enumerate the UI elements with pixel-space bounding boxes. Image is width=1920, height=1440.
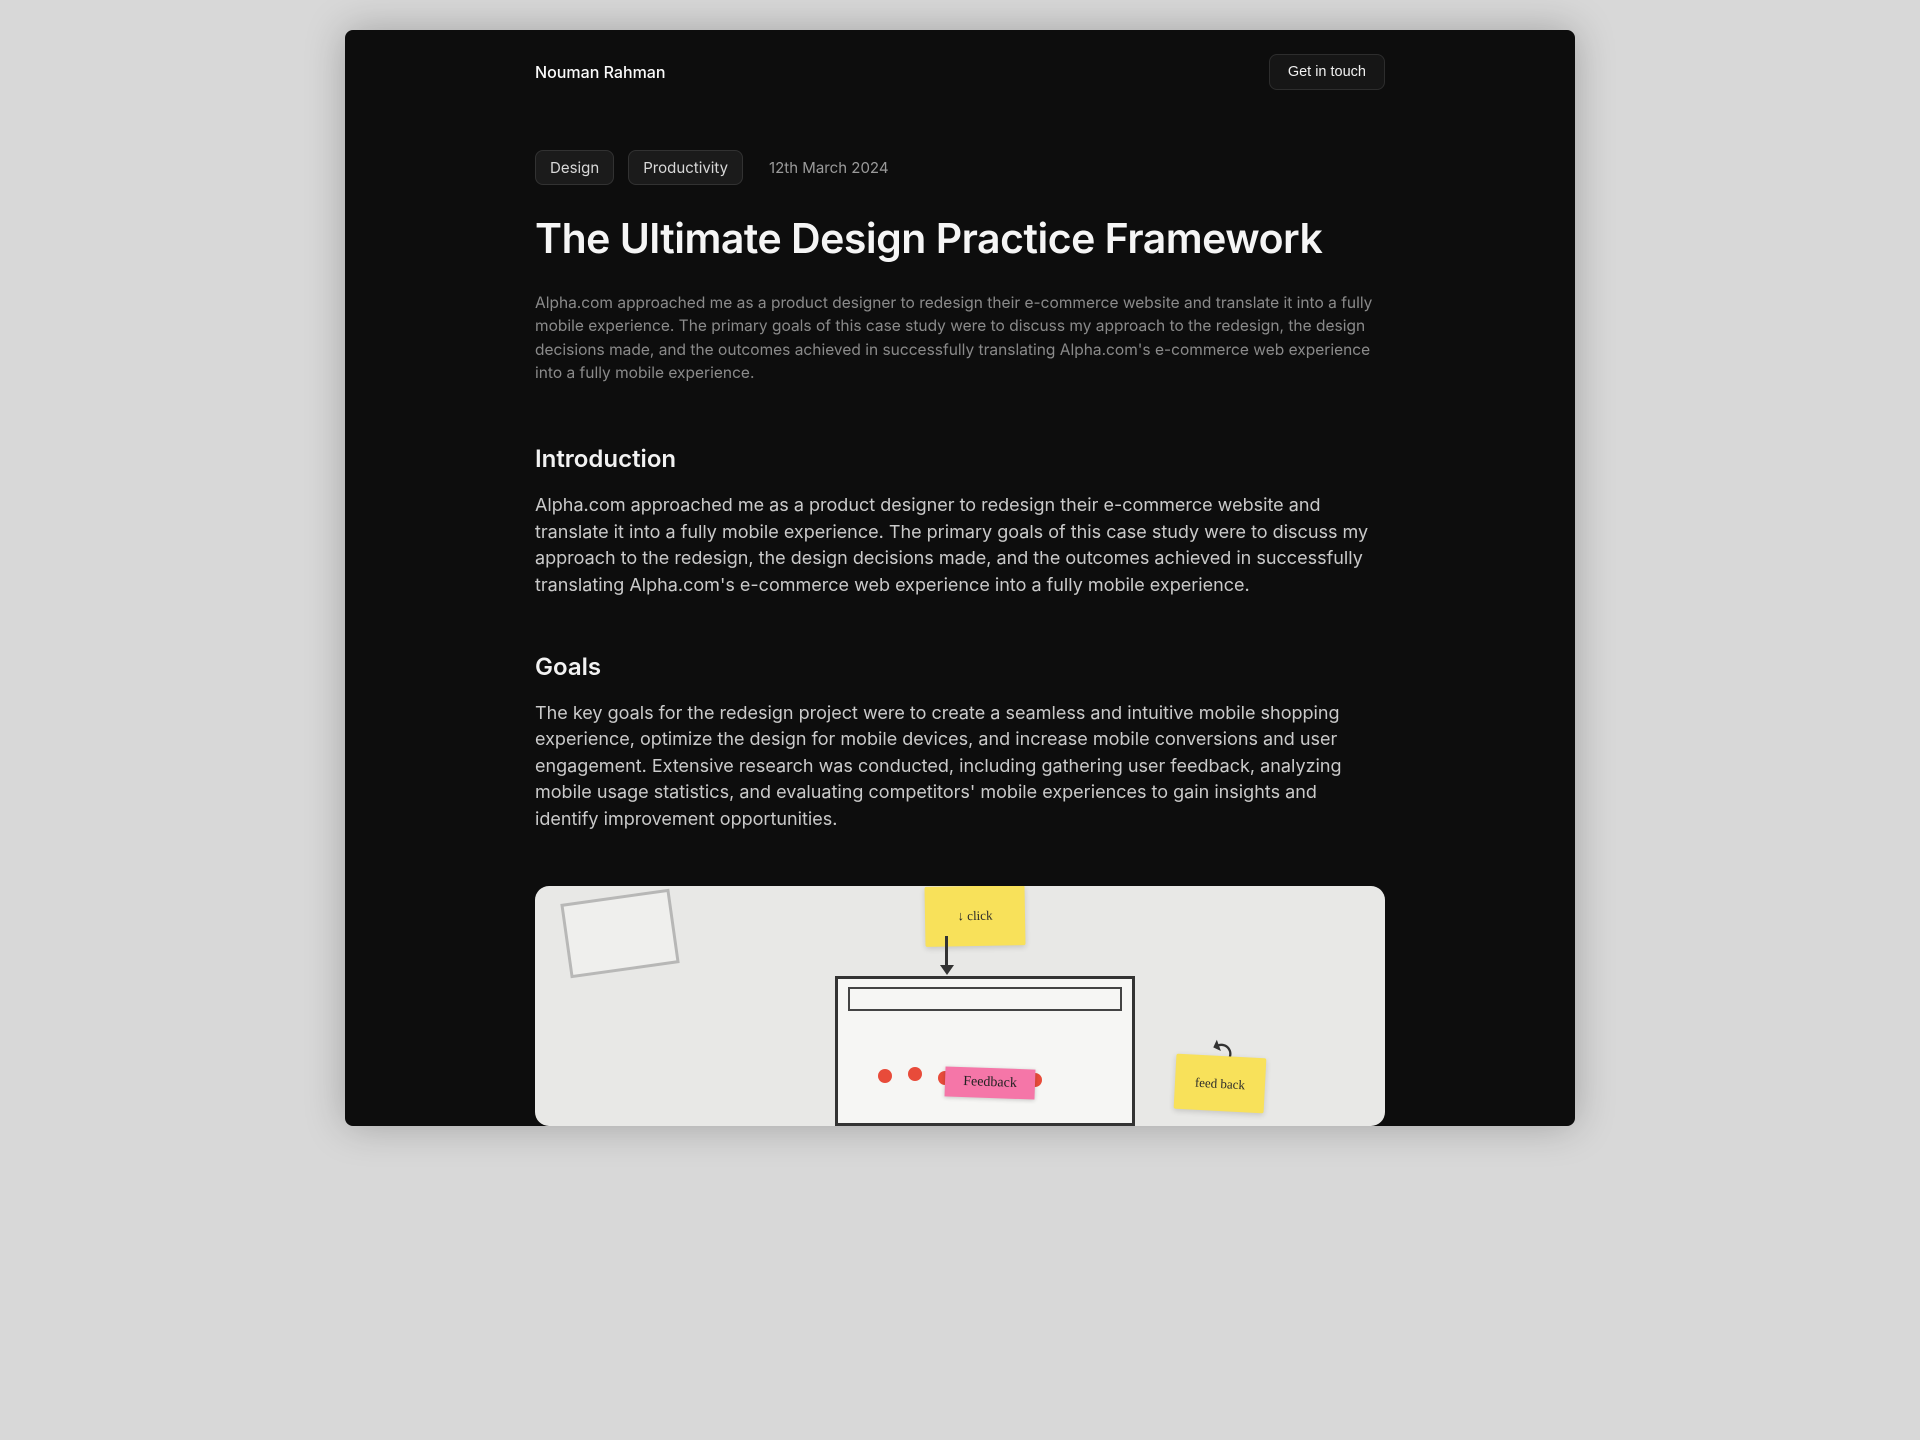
red-dot-icon [908,1067,922,1081]
post-lead: Alpha.com approached me as a product des… [535,291,1385,384]
article-content: Design Productivity 12th March 2024 The … [345,90,1575,1126]
wireframe-box-main [835,976,1135,1126]
site-name[interactable]: Nouman Rahman [535,62,666,82]
wireframe-illustration: ↓ click Feedback ↺ feed back [535,886,1385,1126]
post-title: The Ultimate Design Practice Framework [535,213,1385,263]
section-heading-goals: Goals [535,652,1385,681]
section-body-goals: The key goals for the redesign project w… [535,701,1385,834]
wireframe-box-small [560,888,679,978]
get-in-touch-button[interactable]: Get in touch [1269,54,1385,90]
arrow-down-icon [945,936,948,971]
tag-productivity[interactable]: Productivity [628,150,743,185]
hero-image: ↓ click Feedback ↺ feed back [535,886,1385,1126]
section-body-introduction: Alpha.com approached me as a product des… [535,493,1385,600]
section-heading-introduction: Introduction [535,444,1385,473]
tag-design[interactable]: Design [535,150,614,185]
wireframe-toolbar [848,987,1122,1011]
site-header: Nouman Rahman Get in touch [345,30,1575,90]
post-date: 12th March 2024 [769,158,889,177]
page-container: Nouman Rahman Get in touch Design Produc… [345,30,1575,1126]
sticky-note-feedback-yellow: feed back [1174,1053,1267,1113]
sticky-note-click: ↓ click [924,886,1025,947]
red-dot-icon [878,1069,892,1083]
sticky-note-feedback-pink: Feedback [945,1066,1036,1099]
post-meta-row: Design Productivity 12th March 2024 [535,150,1385,185]
